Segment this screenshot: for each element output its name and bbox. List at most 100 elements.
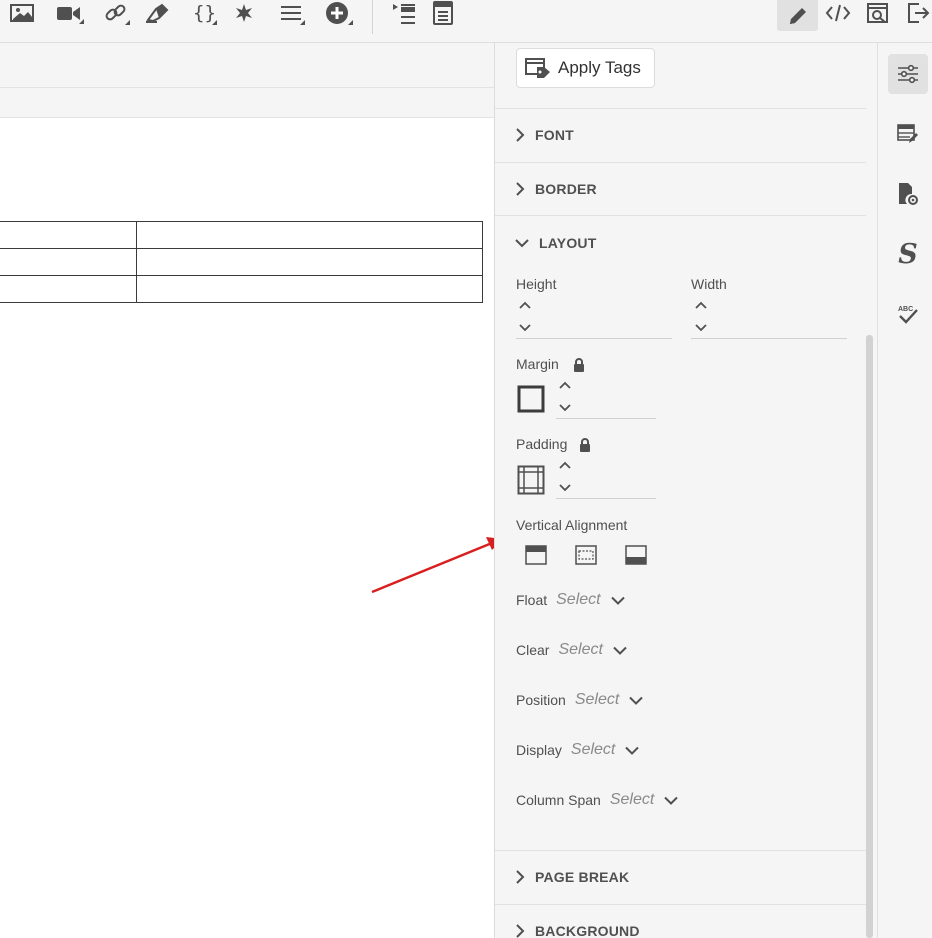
width-stepper[interactable]	[695, 301, 707, 335]
document-table[interactable]	[0, 221, 483, 303]
divider	[495, 850, 866, 851]
table-cell[interactable]	[136, 221, 483, 249]
table-cell[interactable]	[0, 221, 137, 249]
table-edit-icon	[897, 124, 918, 143]
page-settings-icon	[899, 183, 918, 205]
toolbar-separator	[372, 0, 373, 34]
section-page-break-header[interactable]: PAGE BREAK	[515, 869, 629, 885]
section-page-break-label: PAGE BREAK	[535, 869, 630, 885]
section-background-label: BACKGROUND	[535, 923, 640, 938]
list-indent-icon[interactable]	[390, 0, 418, 26]
canvas-header	[0, 43, 494, 88]
editor-canvas[interactable]	[0, 118, 494, 938]
column-span-value: Select	[609, 791, 655, 808]
padding-lock-icon[interactable]	[579, 438, 591, 452]
styles-rail-button[interactable]: S	[888, 234, 928, 274]
clear-value: Select	[558, 641, 603, 658]
tag-icon	[525, 58, 550, 78]
sliders-icon	[898, 64, 918, 84]
margin-lock-icon[interactable]	[573, 358, 585, 372]
chevron-right-icon	[516, 182, 525, 196]
section-font-label: FONT	[535, 127, 574, 143]
asterisk-icon[interactable]	[232, 0, 256, 26]
chevron-right-icon	[516, 870, 525, 884]
canvas-subheader	[0, 88, 494, 118]
section-background-header[interactable]: BACKGROUND	[515, 923, 640, 938]
table-row	[0, 221, 483, 249]
column-span-select[interactable]: Column Span Select	[516, 789, 679, 811]
apply-tags-label: Apply Tags	[558, 58, 641, 77]
position-label: Position	[516, 692, 566, 708]
clear-label: Clear	[516, 642, 550, 658]
section-layout-header[interactable]: LAYOUT	[515, 235, 596, 251]
preview-icon[interactable]	[864, 0, 892, 26]
divider	[495, 904, 866, 905]
margin-input[interactable]	[556, 418, 656, 419]
properties-rail-button[interactable]	[888, 54, 928, 94]
height-input[interactable]	[516, 338, 672, 339]
chevron-down-icon	[610, 596, 625, 605]
edit-mode-button[interactable]	[777, 0, 818, 31]
divider	[495, 162, 866, 163]
table-cell[interactable]	[0, 275, 137, 303]
chevron-down-icon	[613, 646, 627, 655]
table-cell[interactable]	[136, 248, 483, 276]
document-icon[interactable]	[430, 0, 456, 26]
curly-braces-icon[interactable]: {}	[188, 0, 222, 26]
float-label: Float	[516, 592, 548, 608]
table-row	[0, 248, 483, 276]
image-icon[interactable]	[8, 0, 36, 26]
display-value: Select	[570, 741, 616, 758]
table-edit-rail-button[interactable]	[888, 114, 928, 154]
width-label: Width	[691, 276, 727, 292]
section-border-header[interactable]: BORDER	[515, 181, 597, 197]
divider	[495, 215, 866, 216]
padding-box-icon	[517, 465, 545, 495]
chevron-down-icon	[515, 239, 529, 248]
eraser-icon[interactable]	[144, 0, 170, 26]
page-settings-rail-button[interactable]	[888, 174, 928, 214]
margin-stepper[interactable]	[559, 381, 571, 415]
chevron-down-icon	[629, 696, 643, 705]
svg-text:ABC: ABC	[898, 306, 913, 313]
table-row	[0, 275, 483, 303]
display-select[interactable]: Display Select	[516, 739, 640, 761]
code-icon[interactable]	[824, 0, 852, 26]
video-icon[interactable]	[54, 0, 84, 26]
margin-label: Margin	[516, 356, 559, 372]
exit-icon[interactable]	[904, 0, 932, 26]
link-icon[interactable]	[100, 0, 132, 26]
column-span-label: Column Span	[516, 792, 601, 808]
section-font-header[interactable]: FONT	[515, 127, 574, 143]
padding-label: Padding	[516, 436, 568, 452]
properties-panel: Apply Tags FONT BORDER LAYOUT Height Wid…	[494, 43, 877, 938]
padding-input[interactable]	[556, 498, 656, 499]
padding-stepper[interactable]	[559, 461, 571, 495]
panel-scrollbar[interactable]	[866, 335, 873, 938]
chevron-right-icon	[516, 128, 525, 142]
align-icon[interactable]	[276, 0, 308, 26]
float-select[interactable]: Float Select	[516, 589, 625, 611]
spell-check-rail-button[interactable]: ABC	[888, 294, 928, 334]
toolbar: {}	[0, 0, 932, 43]
vertical-alignment-label: Vertical Alignment	[516, 517, 628, 533]
width-input[interactable]	[691, 338, 847, 339]
right-rail: S ABC	[877, 43, 932, 938]
height-label: Height	[516, 276, 557, 292]
align-top-icon[interactable]	[525, 545, 547, 565]
table-cell[interactable]	[0, 248, 137, 276]
clear-select[interactable]: Clear Select	[516, 639, 627, 661]
align-middle-icon[interactable]	[575, 545, 597, 565]
spell-check-icon: ABC	[898, 306, 918, 324]
position-select[interactable]: Position Select	[516, 689, 643, 711]
height-stepper[interactable]	[519, 301, 531, 335]
section-border-label: BORDER	[535, 181, 597, 197]
apply-tags-button[interactable]: Apply Tags	[516, 48, 655, 88]
align-bottom-icon[interactable]	[625, 545, 647, 565]
pencil-icon	[789, 7, 806, 24]
add-circle-icon[interactable]	[320, 0, 354, 26]
margin-box-icon	[517, 385, 545, 413]
chevron-down-icon	[664, 796, 679, 805]
position-value: Select	[574, 691, 620, 708]
table-cell[interactable]	[136, 275, 483, 303]
